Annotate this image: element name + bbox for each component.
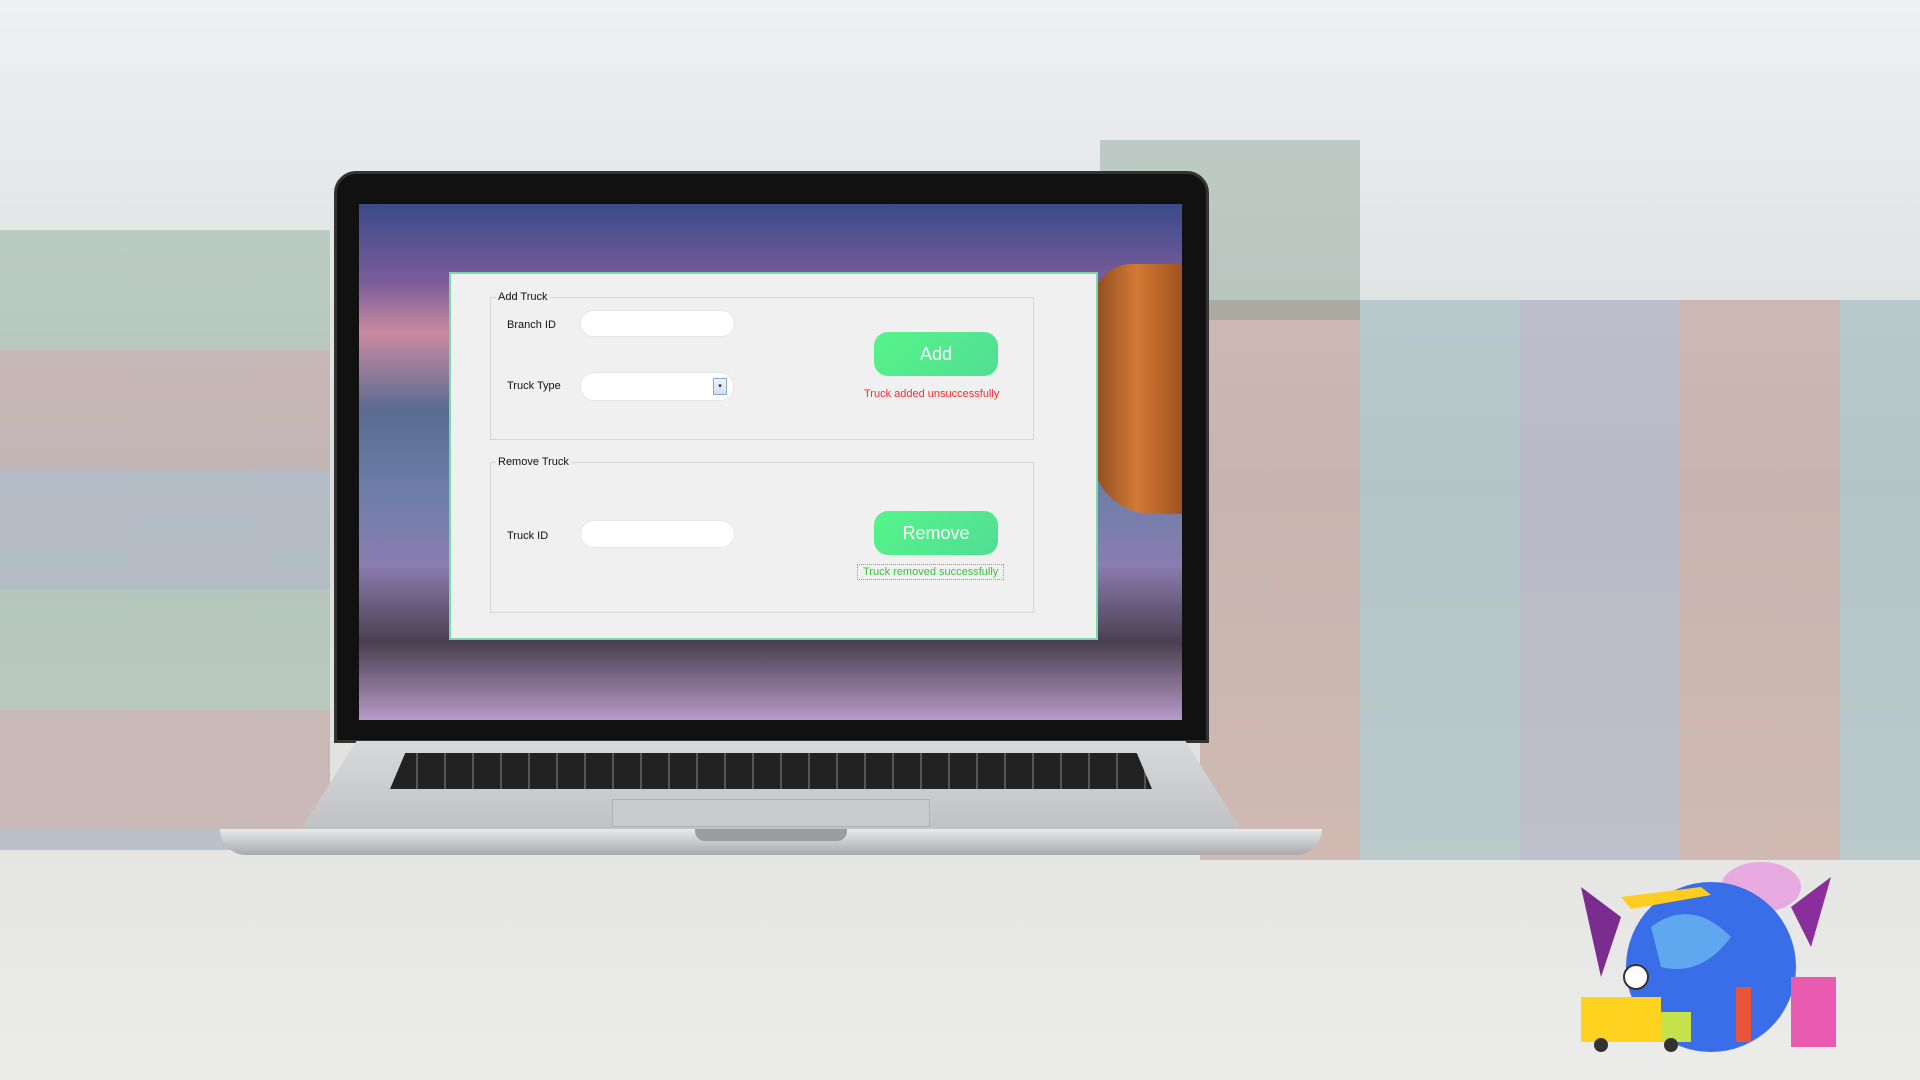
branch-id-label: Branch ID [507, 319, 556, 331]
add-button[interactable]: Add [874, 332, 998, 376]
truck-management-window: Add Truck Branch ID Truck Type ▾ Add Tru… [449, 272, 1098, 640]
add-truck-legend: Add Truck [496, 291, 550, 303]
remove-truck-group: Remove Truck Truck ID Remove Truck remov… [490, 456, 1034, 613]
branch-id-input[interactable] [580, 310, 735, 337]
truck-id-input[interactable] [580, 520, 735, 548]
truck-id-label: Truck ID [507, 530, 549, 542]
keyboard [390, 753, 1152, 789]
laptop-base [220, 741, 1322, 861]
add-status-message: Truck added unsuccessfully [864, 388, 1000, 400]
truck-type-label: Truck Type [507, 380, 561, 392]
add-truck-group: Add Truck Branch ID Truck Type ▾ Add Tru… [490, 291, 1034, 440]
logistics-illustration [1581, 862, 1836, 1052]
remove-button[interactable]: Remove [874, 511, 998, 555]
remove-truck-legend: Remove Truck [496, 456, 571, 468]
trackpad [612, 799, 930, 827]
truck-type-select[interactable]: ▾ [580, 372, 734, 401]
remove-status-message: Truck removed successfully [857, 564, 1005, 580]
chevron-down-icon[interactable]: ▾ [713, 378, 727, 395]
